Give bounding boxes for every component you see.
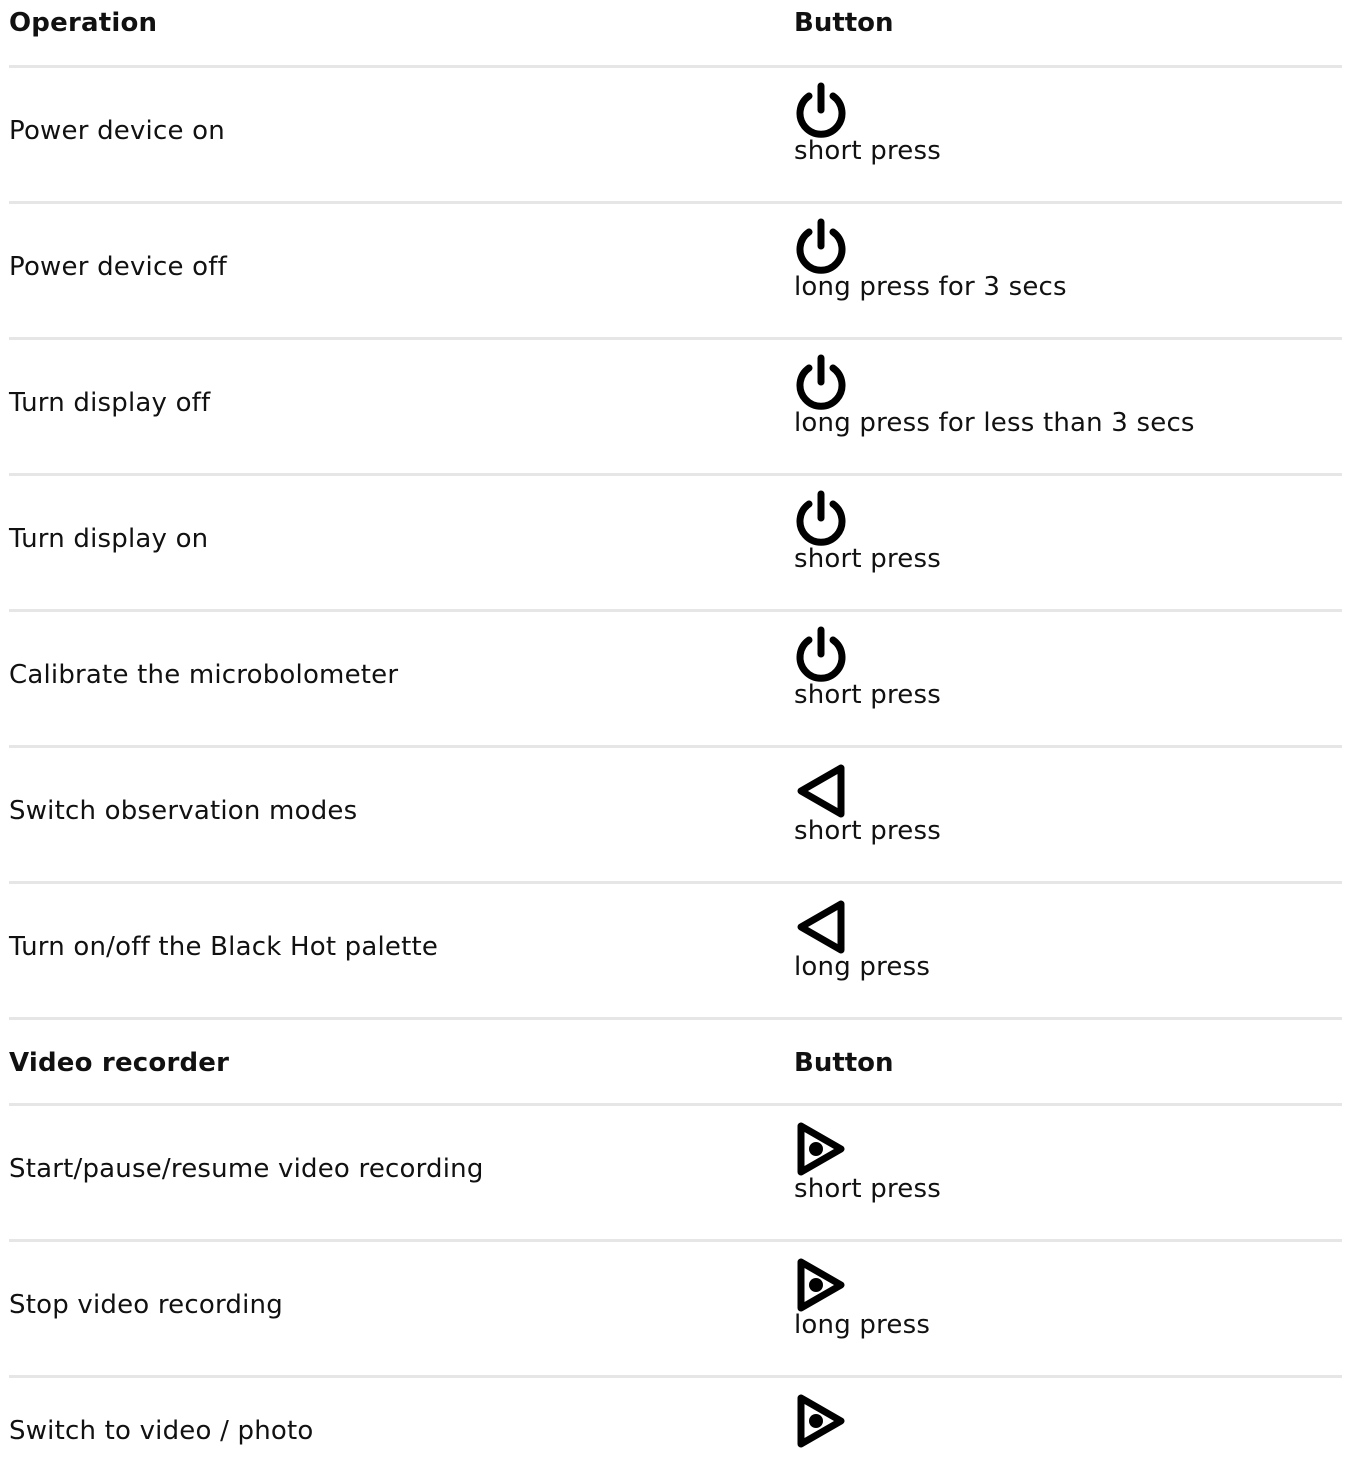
operation-cell: Turn on/off the Black Hot palette [9,932,439,962]
power-icon [794,354,848,412]
power-icon [794,626,848,684]
table-row: Switch to video / photo [9,1378,1342,1474]
press-type-label: long press [794,952,931,982]
button-cell: short press [794,490,941,574]
button-column-header: Button [794,8,894,38]
table-row: Turn display off long press for less than… [9,340,1342,476]
table-row: Turn display on short press [9,476,1342,612]
button-cell: short press [794,762,941,846]
button-cell [794,1392,848,1450]
operation-cell: Switch observation modes [9,796,358,826]
operation-cell: Turn display on [9,524,209,554]
power-icon [794,218,848,276]
button-cell: long press for 3 secs [794,218,1067,302]
press-type-label: short press [794,544,941,574]
power-icon [794,82,848,140]
record-play-icon [794,1392,848,1450]
press-type-label: short press [794,1174,941,1204]
button-cell: long press for less than 3 secs [794,354,1195,438]
operation-cell: Power device on [9,116,225,146]
table-row: Stop video recording long press [9,1242,1342,1378]
press-type-label: short press [794,816,941,846]
press-type-label: short press [794,680,941,710]
table-row: Power device on short press [9,68,1342,204]
operation-cell: Calibrate the microbolometer [9,660,399,690]
video-button-column-header: Button [794,1048,894,1078]
video-recorder-section-label: Video recorder [9,1048,230,1078]
press-type-label: long press [794,1310,931,1340]
record-play-icon [794,1256,848,1314]
table-row: Calibrate the microbolometer short press [9,612,1342,748]
press-type-label: short press [794,136,941,166]
table-header: Operation Button [9,0,1342,68]
table-row: Switch observation modes short press [9,748,1342,884]
operation-cell: Start/pause/resume video recording [9,1154,484,1184]
button-cell: long press [794,1256,930,1340]
table-row: Power device off long press for 3 secs [9,204,1342,340]
press-type-label: long press for 3 secs [794,272,1067,302]
table-row: Turn on/off the Black Hot palette long pr… [9,884,1342,1020]
power-icon [794,490,848,548]
triangle-left-icon [794,762,848,820]
table-row: Start/pause/resume video recording short … [9,1106,1342,1242]
operation-cell: Turn display off [9,388,211,418]
controls-table: Operation Button Power device on short pr… [9,0,1342,1474]
operation-cell: Power device off [9,252,227,282]
button-cell: long press [794,898,930,982]
video-recorder-header: Video recorder Button [9,1020,1342,1106]
operation-cell: Switch to video / photo [9,1416,314,1446]
button-cell: short press [794,1120,941,1204]
operation-column-header: Operation [9,8,158,38]
record-play-icon [794,1120,848,1178]
button-cell: short press [794,82,941,166]
button-cell: short press [794,626,941,710]
operation-cell: Stop video recording [9,1290,283,1320]
press-type-label: long press for less than 3 secs [794,408,1195,438]
triangle-left-icon [794,898,848,956]
